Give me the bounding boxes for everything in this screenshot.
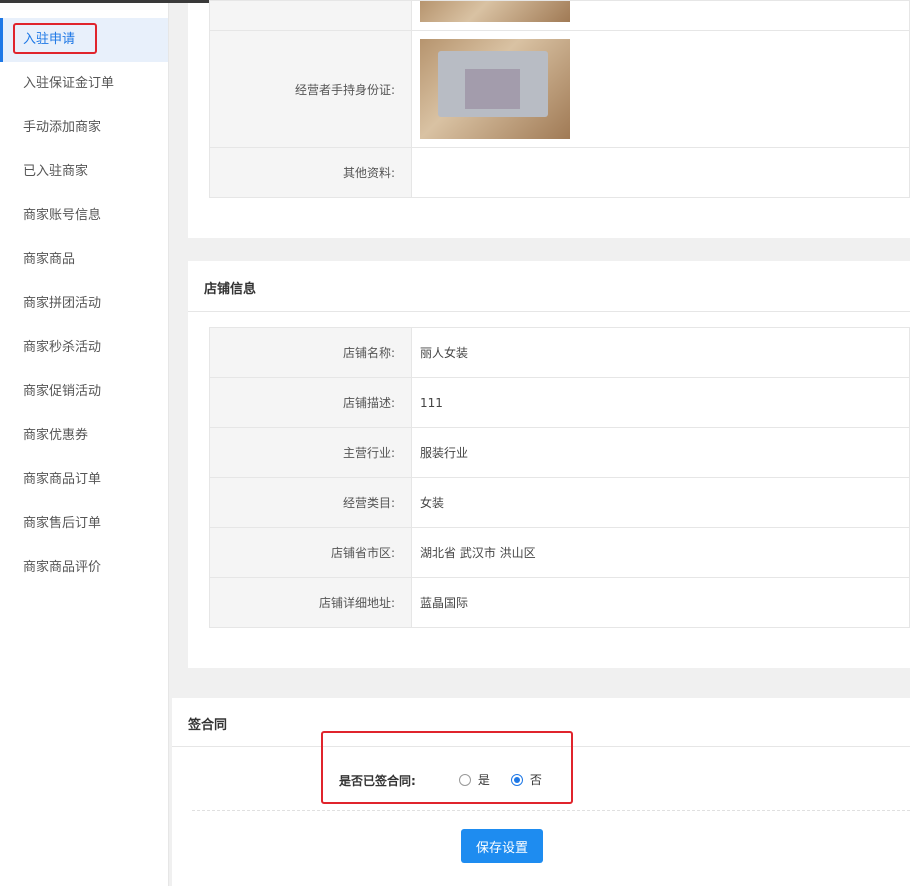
- table-row: 店铺描述: 111: [209, 377, 910, 428]
- sidebar-item-label: 手动添加商家: [23, 120, 102, 135]
- sidebar-item-group-buy[interactable]: 商家拼团活动: [0, 282, 168, 326]
- sidebar-item-deposit-orders[interactable]: 入驻保证金订单: [0, 62, 168, 106]
- sidebar-item-label: 已入驻商家: [23, 164, 89, 179]
- table-value: 湖北省 武汉市 洪山区: [411, 527, 910, 578]
- table-row: 店铺省市区: 湖北省 武汉市 洪山区: [209, 527, 910, 578]
- table-value: [411, 147, 910, 198]
- table-row: 店铺详细地址: 蓝晶国际: [209, 577, 910, 628]
- sidebar-item-label: 商家商品评价: [23, 560, 102, 575]
- sidebar-item-joined-merchants[interactable]: 已入驻商家: [0, 150, 168, 194]
- annotation-highlight-box: [13, 23, 97, 54]
- main-content: 经营者手持身份证: 其他资料: 店铺信息 店铺名称: 丽人女装 店铺描述: 11…: [169, 0, 910, 886]
- sidebar-item-label: 商家秒杀活动: [23, 340, 102, 355]
- shop-info-card: 店铺信息 店铺名称: 丽人女装 店铺描述: 111 主营行业: 服装行业 经营类…: [188, 261, 910, 668]
- table-label: 主营行业:: [209, 427, 412, 478]
- save-settings-button[interactable]: 保存设置: [461, 829, 543, 863]
- table-value: 丽人女装: [411, 327, 910, 378]
- table-value: 服装行业: [411, 427, 910, 478]
- table-row: 店铺名称: 丽人女装: [209, 327, 910, 378]
- sidebar-item-label: 商家商品订单: [23, 472, 102, 487]
- sidebar-item-label: 商家售后订单: [23, 516, 102, 531]
- table-label: 店铺省市区:: [209, 527, 412, 578]
- shop-info-table: 店铺名称: 丽人女装 店铺描述: 111 主营行业: 服装行业 经营类目: 女装…: [209, 327, 910, 628]
- sidebar-item-label: 商家拼团活动: [23, 296, 102, 311]
- sidebar-item-product-reviews[interactable]: 商家商品评价: [0, 546, 168, 590]
- contract-title: 签合同: [188, 718, 228, 733]
- sidebar-item-flash-sale[interactable]: 商家秒杀活动: [0, 326, 168, 370]
- shop-info-title: 店铺信息: [204, 282, 257, 297]
- table-value: 蓝晶国际: [411, 577, 910, 628]
- table-label: 店铺详细地址:: [209, 577, 412, 628]
- table-value: 女装: [411, 477, 910, 528]
- document-photo-thumbnail[interactable]: [420, 1, 570, 22]
- table-value: [411, 30, 910, 148]
- table-label: 经营者手持身份证:: [209, 30, 412, 148]
- sidebar-item-promotions[interactable]: 商家促销活动: [0, 370, 168, 414]
- id-card-photo-thumbnail[interactable]: [420, 39, 570, 139]
- table-label: 店铺描述:: [209, 377, 412, 428]
- sidebar-item-add-merchant[interactable]: 手动添加商家: [0, 106, 168, 150]
- sidebar: 入驻申请 入驻保证金订单 手动添加商家 已入驻商家 商家账号信息 商家商品 商家…: [0, 3, 169, 886]
- form-divider: [192, 810, 910, 811]
- operator-info-table: 经营者手持身份证: 其他资料:: [209, 0, 910, 198]
- sidebar-item-product-orders[interactable]: 商家商品订单: [0, 458, 168, 502]
- annotation-highlight-box: [321, 731, 573, 804]
- sidebar-item-label: 商家促销活动: [23, 384, 102, 399]
- sidebar-item-label: 入驻保证金订单: [23, 76, 115, 91]
- blurred-region: [465, 69, 520, 109]
- sidebar-item-merchant-products[interactable]: 商家商品: [0, 238, 168, 282]
- table-label: 店铺名称:: [209, 327, 412, 378]
- operator-info-card: 经营者手持身份证: 其他资料:: [188, 0, 910, 238]
- divider: [188, 311, 910, 312]
- sidebar-item-label: 商家账号信息: [23, 208, 102, 223]
- photo-background: [420, 1, 570, 22]
- sidebar-item-merchant-accounts[interactable]: 商家账号信息: [0, 194, 168, 238]
- table-row: 经营类目: 女装: [209, 477, 910, 528]
- sidebar-item-after-sales-orders[interactable]: 商家售后订单: [0, 502, 168, 546]
- table-value: [411, 0, 910, 31]
- table-value: 111: [411, 377, 910, 428]
- sidebar-item-label: 商家商品: [23, 252, 76, 267]
- sidebar-item-coupons[interactable]: 商家优惠券: [0, 414, 168, 458]
- table-row: 主营行业: 服装行业: [209, 427, 910, 478]
- table-label: 其他资料:: [209, 147, 412, 198]
- table-label: [209, 0, 412, 31]
- sidebar-item-label: 商家优惠券: [23, 428, 89, 443]
- table-label: 经营类目:: [209, 477, 412, 528]
